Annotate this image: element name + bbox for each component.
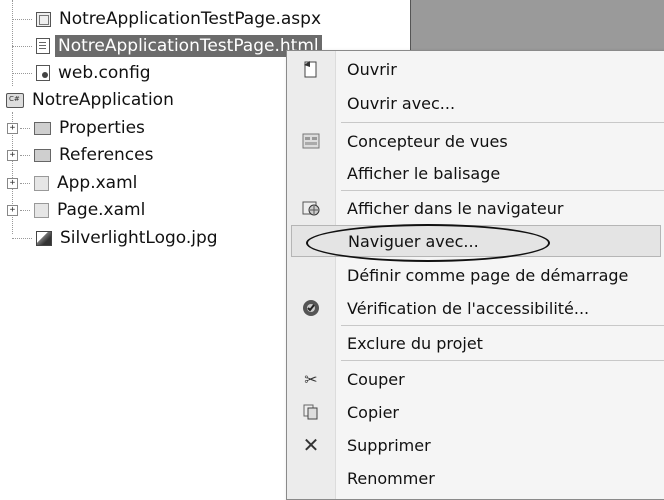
menu-separator — [341, 325, 664, 326]
menu-item-concepteur-de-vues[interactable]: Concepteur de vues — [287, 125, 664, 157]
menu-item-supprimer[interactable]: ✕ Supprimer — [287, 429, 664, 461]
tree-item-notreapplication[interactable]: NotreApplication — [6, 87, 177, 113]
tree-connector — [12, 18, 32, 20]
menu-separator — [341, 360, 664, 361]
tree-connector — [20, 209, 30, 211]
tree-connector — [12, 237, 32, 239]
references-folder-icon — [34, 148, 51, 162]
xaml-file-icon — [34, 175, 49, 191]
delete-icon: ✕ — [302, 433, 320, 457]
menu-separator — [341, 190, 664, 191]
tree-item-properties[interactable]: + Properties — [7, 115, 148, 141]
tree-connector — [20, 154, 30, 156]
background-pane — [410, 0, 664, 50]
menu-item-label: Ouvrir — [347, 59, 397, 79]
menu-item-label: Exclure du projet — [347, 333, 483, 353]
menu-item-exclure-projet[interactable]: Exclure du projet — [287, 327, 664, 359]
menu-item-afficher-balisage[interactable]: Afficher le balisage — [287, 157, 664, 189]
menu-item-afficher-navigateur[interactable]: Afficher dans le navigateur — [287, 192, 664, 224]
expand-icon[interactable]: + — [7, 149, 18, 161]
aspx-file-icon — [36, 11, 51, 27]
expand-icon[interactable]: + — [7, 177, 18, 189]
menu-item-verification-accessibilite[interactable]: Vérification de l'accessibilité... — [287, 292, 664, 324]
menu-item-renommer[interactable]: Renommer — [287, 462, 664, 494]
tree-connector — [12, 72, 32, 74]
tree-connector — [20, 127, 30, 129]
menu-item-couper[interactable]: ✂ Couper — [287, 363, 664, 395]
config-file-icon — [36, 65, 50, 81]
menu-item-label: Afficher dans le navigateur — [347, 198, 564, 218]
image-file-icon — [36, 230, 52, 246]
tree-item-references[interactable]: + References — [7, 142, 156, 168]
tree-item-label: NotreApplication — [32, 90, 174, 110]
tree-item-label: App.xaml — [57, 173, 138, 193]
expand-icon[interactable]: + — [7, 122, 18, 134]
tree-item-silverlight-logo[interactable]: SilverlightLogo.jpg — [12, 225, 221, 251]
view-designer-icon — [301, 131, 321, 151]
menu-item-label: Concepteur de vues — [347, 131, 508, 151]
tree-item-label: References — [59, 145, 154, 165]
tree-item-label: NotreApplicationTestPage.aspx — [59, 9, 322, 29]
menu-item-label: Copier — [347, 402, 399, 422]
menu-item-label: Naviguer avec... — [348, 231, 479, 251]
accessibility-check-icon — [301, 298, 321, 318]
menu-item-naviguer-avec[interactable]: Naviguer avec... — [291, 225, 661, 257]
tree-item-page-xaml[interactable]: + Page.xaml — [7, 197, 148, 223]
tree-item-label: Properties — [59, 118, 145, 138]
tree-item-label: web.config — [58, 63, 151, 83]
menu-item-label: Vérification de l'accessibilité... — [347, 298, 590, 318]
view-in-browser-icon — [301, 198, 321, 218]
expand-icon[interactable]: + — [7, 204, 18, 216]
tree-item-label: Page.xaml — [57, 200, 146, 220]
open-file-icon — [301, 59, 321, 79]
menu-item-definir-page-demarrage[interactable]: Définir comme page de démarrage — [287, 259, 664, 291]
tree-item-testpage-html[interactable]: NotreApplicationTestPage.html — [12, 33, 322, 59]
menu-item-copier[interactable]: Copier — [287, 396, 664, 428]
menu-item-label: Ouvrir avec... — [347, 93, 456, 113]
tree-item-label: SilverlightLogo.jpg — [60, 228, 218, 248]
menu-item-label: Supprimer — [347, 435, 431, 455]
menu-item-label: Couper — [347, 369, 405, 389]
menu-item-ouvrir-avec[interactable]: Ouvrir avec... — [287, 87, 664, 119]
menu-separator — [341, 122, 664, 123]
properties-folder-icon — [34, 121, 51, 135]
tree-connector — [20, 182, 30, 184]
context-menu: Ouvrir Ouvrir avec... Concepteur de vues… — [286, 50, 664, 500]
tree-item-app-xaml[interactable]: + App.xaml — [7, 170, 140, 196]
menu-item-label: Renommer — [347, 468, 435, 488]
tree-item-testpage-aspx[interactable]: NotreApplicationTestPage.aspx — [12, 6, 324, 32]
menu-item-ouvrir[interactable]: Ouvrir — [287, 53, 664, 85]
tree-item-label: NotreApplicationTestPage.html — [55, 35, 322, 57]
tree-item-web-config[interactable]: web.config — [12, 60, 154, 86]
cut-icon: ✂ — [304, 369, 318, 389]
csharp-project-icon — [6, 92, 24, 108]
menu-item-label: Afficher le balisage — [347, 163, 501, 183]
tree-connector — [12, 45, 32, 47]
menu-item-label: Définir comme page de démarrage — [347, 265, 629, 285]
copy-icon — [301, 402, 321, 422]
xaml-file-icon — [34, 202, 49, 218]
html-file-icon — [36, 38, 50, 54]
